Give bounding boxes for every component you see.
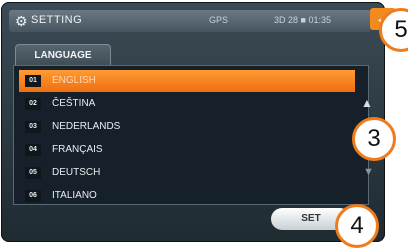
- callout-3: 3: [352, 117, 396, 161]
- item-number: 06: [25, 190, 41, 202]
- language-item-nederlands[interactable]: 03 NEDERLANDS: [19, 116, 355, 138]
- callout-4: 4: [335, 204, 379, 248]
- page-title: SETTING: [31, 14, 83, 26]
- item-number: 03: [25, 121, 41, 133]
- device-screen: ⚙ SETTING GPS 3D 28 ■ 01:35 LANGUAGE 01 …: [1, 2, 385, 242]
- language-item-italiano[interactable]: 06 ITALIANO: [19, 185, 355, 207]
- item-label: NEDERLANDS: [52, 121, 121, 132]
- item-label: DEUTSCH: [52, 167, 101, 178]
- scroll-up-icon[interactable]: ▲: [361, 96, 373, 110]
- item-number: 05: [25, 167, 41, 179]
- item-number: 04: [25, 144, 41, 156]
- tab-language[interactable]: LANGUAGE: [15, 44, 111, 67]
- language-item-francais[interactable]: 04 FRANÇAIS: [19, 139, 355, 161]
- scroll-down-icon[interactable]: ▼: [363, 166, 374, 178]
- top-bar: ⚙ SETTING GPS 3D 28 ■ 01:35: [9, 10, 371, 32]
- item-label: ČEŠTINA: [52, 98, 96, 109]
- language-item-deutsch[interactable]: 05 DEUTSCH: [19, 162, 355, 184]
- language-list: 01 ENGLISH 02 ČEŠTINA 03 NEDERLANDS 04 F…: [19, 70, 355, 208]
- language-item-cestina[interactable]: 02 ČEŠTINA: [19, 93, 355, 115]
- item-label: ENGLISH: [52, 75, 96, 86]
- language-item-english[interactable]: 01 ENGLISH: [19, 70, 355, 92]
- gear-icon: ⚙: [15, 13, 28, 29]
- status-readout: 3D 28 ■ 01:35: [274, 15, 331, 25]
- item-number: 01: [25, 75, 41, 87]
- item-label: FRANÇAIS: [52, 144, 103, 155]
- gps-indicator: GPS: [209, 15, 229, 25]
- item-label: ITALIANO: [52, 190, 97, 201]
- item-number: 02: [25, 98, 41, 110]
